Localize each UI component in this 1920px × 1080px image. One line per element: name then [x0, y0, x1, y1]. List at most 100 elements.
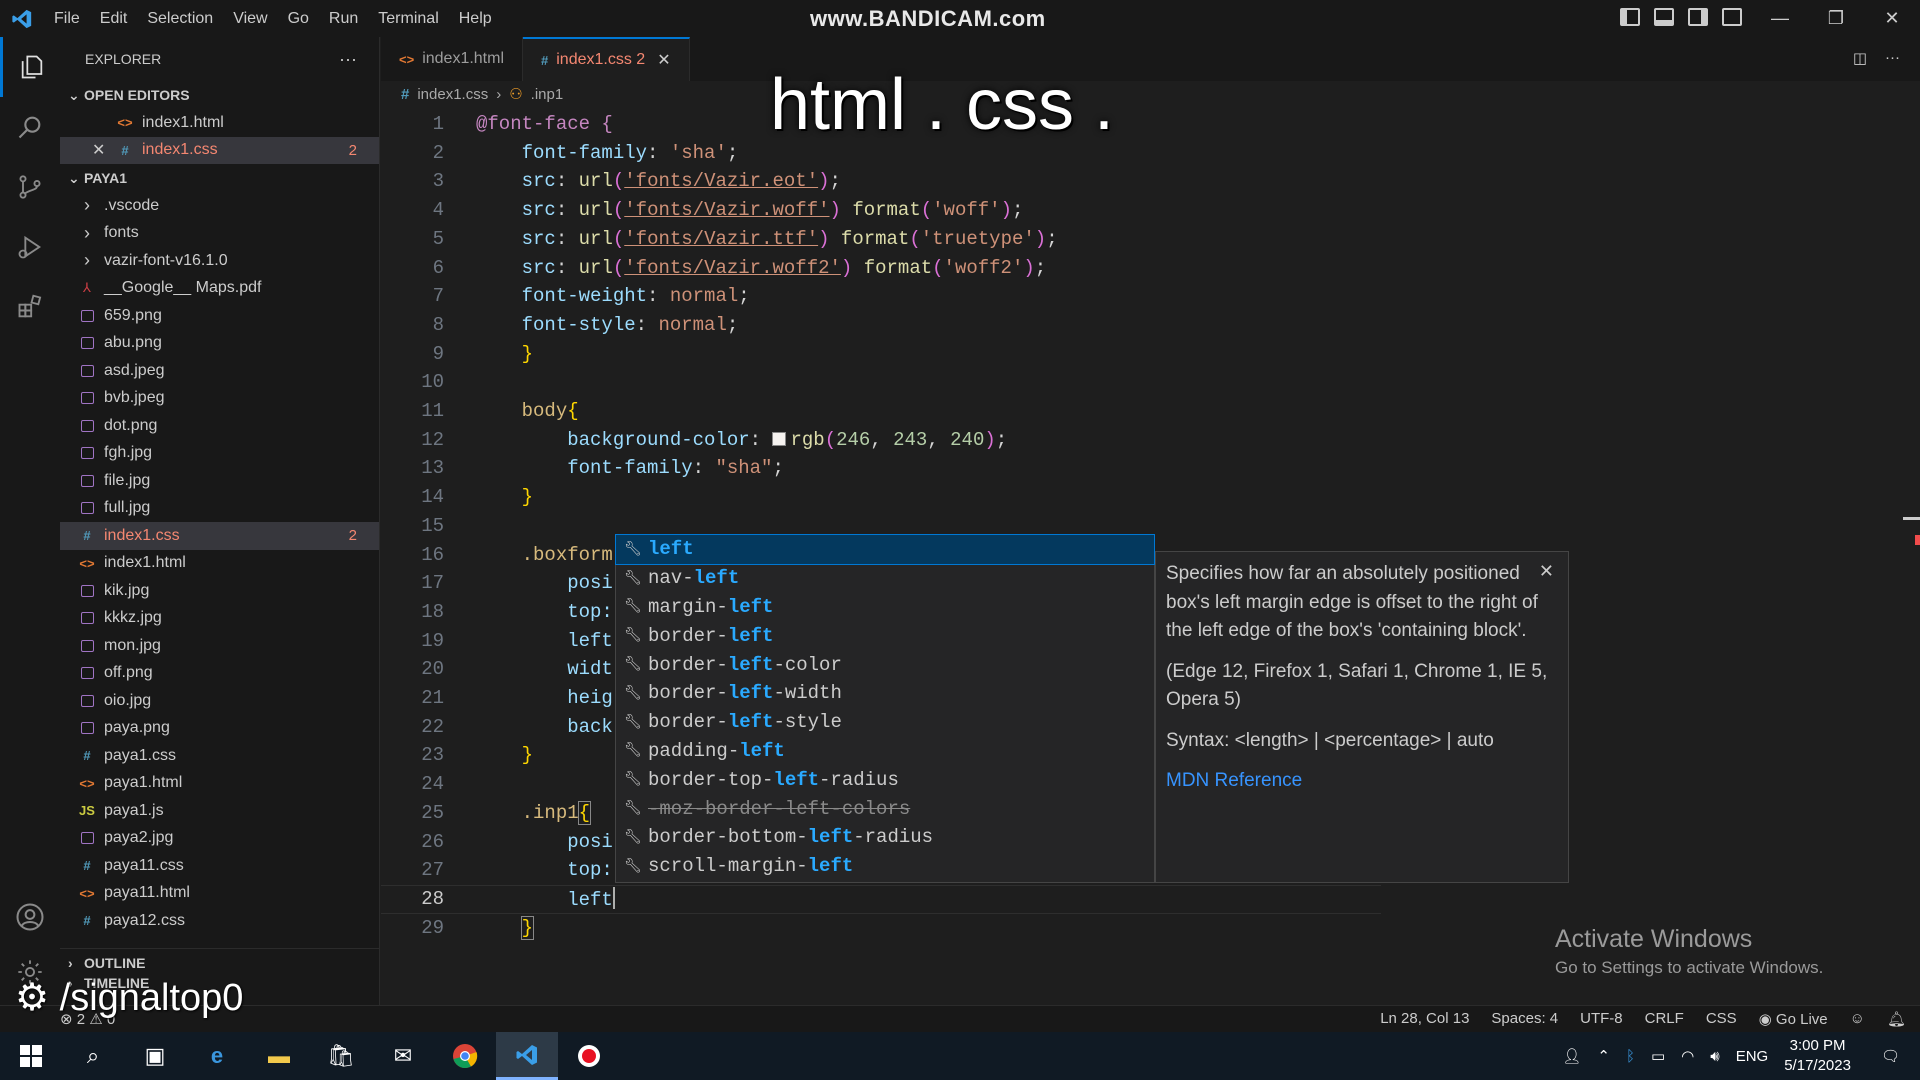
- suggestion-item[interactable]: 🔧︎ left: [615, 534, 1155, 565]
- open-editor-item-active[interactable]: ✕ # index1.css 2: [60, 136, 379, 164]
- menu-go[interactable]: Go: [278, 0, 319, 37]
- toggle-secondary-sidebar-icon[interactable]: [1688, 8, 1708, 26]
- folder-section[interactable]: ⌄ PAYA1: [60, 164, 379, 192]
- more-actions-icon[interactable]: ···: [1885, 49, 1900, 67]
- tree-folder[interactable]: › vazir-font-v16.1.0: [60, 247, 379, 275]
- suggestion-item[interactable]: 🔧︎ border-left-color: [616, 650, 1154, 679]
- tree-file[interactable]: mon.jpg: [60, 632, 379, 660]
- tree-file[interactable]: <> paya1.html: [60, 770, 379, 798]
- source-control-icon[interactable]: [0, 157, 60, 217]
- tree-file[interactable]: abu.png: [60, 330, 379, 358]
- suggestion-item[interactable]: 🔧︎ nav-left: [616, 564, 1154, 593]
- encoding-setting[interactable]: UTF-8: [1580, 1010, 1623, 1028]
- suggestion-item[interactable]: 🔧︎ border-bottom-left-radius: [616, 823, 1154, 852]
- cursor-position[interactable]: Ln 28, Col 13: [1380, 1010, 1469, 1028]
- notifications-bell-icon[interactable]: 🔔︎: [1887, 1010, 1906, 1028]
- tree-file[interactable]: oio.jpg: [60, 687, 379, 715]
- wifi-icon[interactable]: ◠: [1681, 1047, 1694, 1065]
- tab-index1-css[interactable]: # index1.css 2 ✕: [523, 37, 690, 81]
- bluetooth-icon[interactable]: ᛒ: [1626, 1048, 1635, 1065]
- color-swatch[interactable]: [772, 431, 787, 446]
- vscode-taskbar-icon[interactable]: [496, 1032, 558, 1080]
- feedback-icon[interactable]: ☺: [1850, 1010, 1865, 1028]
- people-icon[interactable]: 👤︎: [1562, 1047, 1581, 1065]
- menu-run[interactable]: Run: [319, 0, 368, 37]
- tree-file[interactable]: paya2.jpg: [60, 825, 379, 853]
- suggestion-item[interactable]: 🔧︎ -moz-border-left-colors: [616, 794, 1154, 823]
- menu-file[interactable]: File: [44, 0, 90, 37]
- suggestion-item[interactable]: 🔧︎ scroll-margin-left: [616, 852, 1154, 881]
- suggestion-item[interactable]: 🔧︎ margin-left: [616, 593, 1154, 622]
- tree-file[interactable]: <> index1.html: [60, 550, 379, 578]
- tab-index1-html[interactable]: <> index1.html: [381, 37, 524, 81]
- battery-icon[interactable]: ▭: [1651, 1047, 1665, 1065]
- chrome-icon[interactable]: [434, 1032, 496, 1080]
- breadcrumb-symbol[interactable]: .inp1: [531, 86, 564, 103]
- volume-icon[interactable]: 🔊︎: [1710, 1048, 1719, 1065]
- menu-terminal[interactable]: Terminal: [368, 0, 448, 37]
- breadcrumb-file[interactable]: index1.css: [417, 86, 488, 103]
- suggestion-item[interactable]: 🔧︎ border-left-style: [616, 708, 1154, 737]
- tree-file[interactable]: fgh.jpg: [60, 440, 379, 468]
- tree-file[interactable]: bvb.jpeg: [60, 385, 379, 413]
- tree-folder[interactable]: › fonts: [60, 220, 379, 248]
- account-icon[interactable]: [0, 887, 60, 947]
- task-view-icon[interactable]: ▣: [124, 1032, 186, 1080]
- open-editors-section[interactable]: ⌄ OPEN EDITORS: [60, 81, 379, 109]
- outline-section[interactable]: › OUTLINE › TIMELINE: [60, 948, 380, 991]
- tree-file[interactable]: # paya12.css: [60, 907, 379, 935]
- open-editor-item[interactable]: <> index1.html: [60, 109, 379, 137]
- input-language[interactable]: ENG: [1736, 1048, 1769, 1065]
- tree-file[interactable]: full.jpg: [60, 495, 379, 523]
- suggestion-item[interactable]: 🔧︎ border-left: [616, 621, 1154, 650]
- menu-selection[interactable]: Selection: [137, 0, 223, 37]
- close-icon[interactable]: ✕: [1539, 558, 1554, 585]
- suggestion-item[interactable]: 🔧︎ border-top-left-radius: [616, 765, 1154, 794]
- tree-file[interactable]: kik.jpg: [60, 577, 379, 605]
- close-icon[interactable]: ✕: [92, 140, 110, 160]
- tree-file[interactable]: kkkz.jpg: [60, 605, 379, 633]
- chevron-up-icon[interactable]: ⌃: [1597, 1047, 1610, 1065]
- notification-center-icon[interactable]: 🗨︎: [1881, 1047, 1900, 1065]
- minimize-button[interactable]: —: [1752, 0, 1808, 37]
- file-explorer-icon[interactable]: ▬: [248, 1032, 310, 1080]
- menu-view[interactable]: View: [223, 0, 277, 37]
- clock[interactable]: 3:00 PM 5/17/2023: [1784, 1036, 1851, 1077]
- tree-file[interactable]: asd.jpeg: [60, 357, 379, 385]
- close-button[interactable]: ✕: [1864, 0, 1920, 37]
- go-live-button[interactable]: ◉ Go Live: [1759, 1010, 1828, 1028]
- store-icon[interactable]: 🛍︎: [310, 1032, 372, 1080]
- eol-setting[interactable]: CRLF: [1645, 1010, 1684, 1028]
- taskbar-search-icon[interactable]: ⌕: [62, 1032, 124, 1080]
- tree-file[interactable]: ⅄ __Google__ Maps.pdf: [60, 275, 379, 303]
- tree-folder[interactable]: › .vscode: [60, 192, 379, 220]
- run-debug-icon[interactable]: [0, 217, 60, 277]
- record-icon[interactable]: [558, 1032, 620, 1080]
- language-mode[interactable]: CSS: [1706, 1010, 1737, 1028]
- indentation-setting[interactable]: Spaces: 4: [1491, 1010, 1558, 1028]
- tree-file[interactable]: # paya1.css: [60, 742, 379, 770]
- suggestion-item[interactable]: 🔧︎ padding-left: [616, 737, 1154, 766]
- tree-file[interactable]: # index1.css 2: [60, 522, 379, 550]
- toggle-panel-icon[interactable]: [1654, 8, 1674, 26]
- suggestion-item[interactable]: 🔧︎ border-left-width: [616, 679, 1154, 708]
- tree-file[interactable]: off.png: [60, 660, 379, 688]
- mdn-reference-link[interactable]: MDN Reference: [1166, 767, 1558, 796]
- customize-layout-icon[interactable]: [1722, 8, 1742, 26]
- tree-file[interactable]: dot.png: [60, 412, 379, 440]
- edge-browser-icon[interactable]: e: [186, 1032, 248, 1080]
- more-actions-icon[interactable]: ···: [339, 49, 357, 70]
- tree-file[interactable]: <> paya11.html: [60, 880, 379, 908]
- mail-icon[interactable]: ✉: [372, 1032, 434, 1080]
- tree-file[interactable]: # paya11.css: [60, 852, 379, 880]
- menu-edit[interactable]: Edit: [90, 0, 138, 37]
- menu-help[interactable]: Help: [449, 0, 502, 37]
- windows-start-icon[interactable]: [0, 1032, 62, 1080]
- close-icon[interactable]: ✕: [657, 50, 670, 70]
- explorer-icon[interactable]: [0, 37, 60, 97]
- tree-file[interactable]: file.jpg: [60, 467, 379, 495]
- extensions-icon[interactable]: [0, 277, 60, 337]
- toggle-primary-sidebar-icon[interactable]: [1620, 8, 1640, 26]
- tree-file[interactable]: paya.png: [60, 715, 379, 743]
- tree-file[interactable]: JS paya1.js: [60, 797, 379, 825]
